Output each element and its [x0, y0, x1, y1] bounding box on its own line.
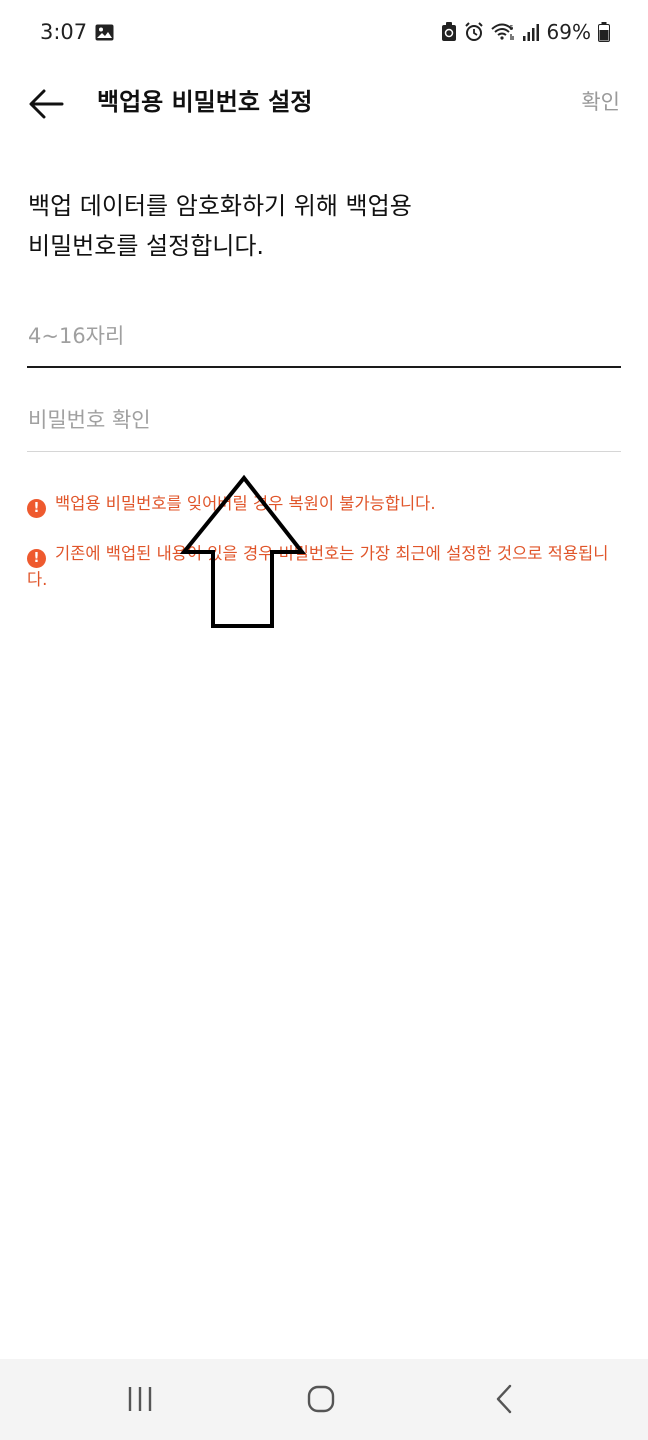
- recent-apps-icon: [128, 1387, 152, 1411]
- password-field-container: [27, 314, 621, 368]
- warning-text: 기존에 백업된 내용이 있을 경우 비밀번호는 가장 최근에 설정한 것으로 적…: [27, 544, 609, 589]
- confirm-password-field-container: [27, 398, 621, 452]
- back-button[interactable]: [26, 84, 66, 124]
- battery-percent: 69%: [546, 20, 591, 44]
- confirm-password-underline: [27, 451, 621, 452]
- gallery-icon: [95, 24, 114, 41]
- description-text: 백업 데이터를 암호화하기 위해 백업용 비밀번호를 설정합니다.: [28, 192, 412, 260]
- password-input[interactable]: [27, 314, 621, 358]
- alarm-icon: [464, 22, 483, 41]
- recent-apps-button[interactable]: [110, 1377, 170, 1421]
- app-header: 백업용 비밀번호 설정 확인: [0, 68, 648, 140]
- confirm-button[interactable]: 확인: [581, 86, 620, 118]
- system-nav-bar: [0, 1359, 648, 1440]
- svg-text:6: 6: [509, 24, 514, 32]
- status-bar: 3:07 6 69%: [0, 0, 648, 68]
- wifi-icon: 6: [490, 23, 514, 40]
- annotation-arrow-up-icon: [180, 474, 307, 628]
- status-icons: 6 69%: [441, 20, 610, 44]
- home-button[interactable]: [291, 1377, 351, 1421]
- arrow-left-icon: [29, 89, 64, 119]
- warning-message: ! 백업용 비밀번호를 잊어버릴 경우 복원이 불가능합니다.: [27, 492, 617, 518]
- recycle-icon: [441, 22, 456, 41]
- system-back-button[interactable]: [474, 1377, 534, 1421]
- confirm-password-input[interactable]: [27, 398, 621, 442]
- back-icon: [496, 1384, 512, 1414]
- status-time: 3:07: [40, 20, 88, 44]
- signal-icon: [522, 24, 539, 41]
- exclamation-icon: !: [27, 499, 46, 518]
- page-title: 백업용 비밀번호 설정: [97, 88, 313, 116]
- warning-message: ! 기존에 백업된 내용이 있을 경우 비밀번호는 가장 최근에 설정한 것으로 …: [27, 542, 617, 591]
- battery-icon: [598, 22, 610, 42]
- home-icon: [307, 1385, 335, 1413]
- password-underline: [27, 366, 621, 368]
- exclamation-icon: !: [27, 549, 46, 568]
